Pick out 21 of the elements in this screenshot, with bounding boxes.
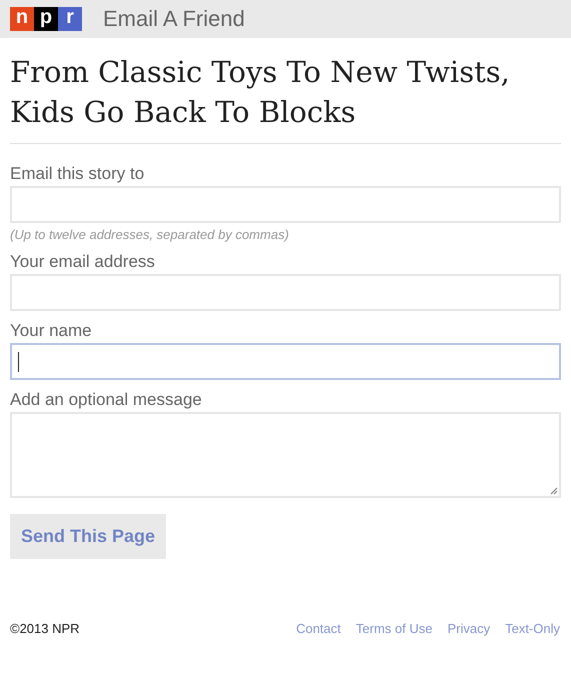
copyright: ©2013 NPR (10, 621, 80, 636)
field-hint: (Up to twelve addresses, separated by commas) (10, 227, 290, 242)
text-cursor (18, 352, 19, 372)
footer-link[interactable]: Privacy (447, 621, 490, 636)
field-label: Email this story to (10, 164, 146, 184)
field-label: Add an optional message (10, 390, 203, 410)
input-field[interactable] (10, 343, 561, 380)
logo-letter: r (58, 7, 82, 31)
footer-link[interactable]: Contact (296, 621, 341, 636)
resize-grip-icon[interactable] (550, 487, 558, 495)
input-field[interactable] (10, 186, 561, 223)
field-label: Your name (10, 321, 93, 341)
logo-letter: n (10, 7, 34, 31)
footer-link[interactable]: Text-Only (505, 621, 560, 636)
headline: From Classic Toys To New Twists, Kids Go Back To Blocks (10, 54, 511, 131)
field-label: Your email address (10, 252, 156, 272)
input-field[interactable] (10, 274, 561, 311)
page-title: Email A Friend (103, 6, 245, 32)
logo-letter: p (34, 7, 58, 31)
footer-link[interactable]: Terms of Use (356, 621, 432, 636)
send-button[interactable]: Send This Page (10, 514, 166, 559)
